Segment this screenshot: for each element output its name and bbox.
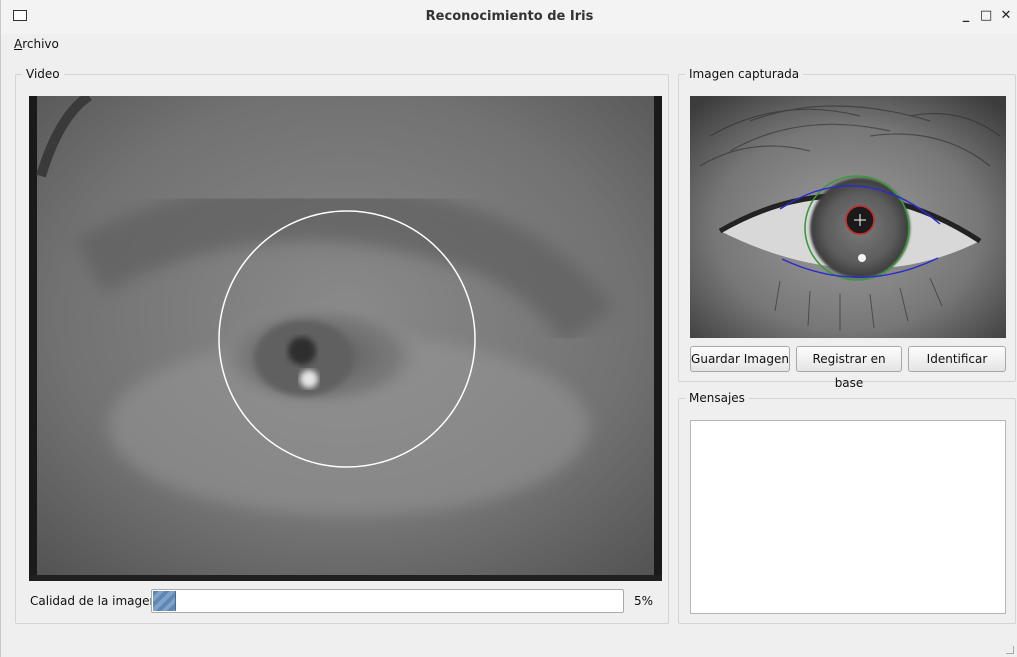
messages-group-title: Mensajes: [685, 391, 749, 405]
maximize-icon[interactable]: □: [980, 9, 992, 23]
main-window: Reconocimiento de Iris _ □ ✕ Archivo Vid…: [0, 0, 1017, 657]
captured-eye-svg: [690, 96, 1006, 338]
resize-grip-icon[interactable]: [1006, 646, 1014, 654]
menu-archivo[interactable]: Archivo: [14, 37, 59, 51]
video-feed: [29, 96, 662, 581]
menu-bar: Archivo: [1, 34, 1017, 56]
title-bar[interactable]: Reconocimiento de Iris _ □ ✕: [1, 0, 1017, 34]
menu-archivo-label: rchivo: [22, 37, 59, 51]
messages-textarea[interactable]: [690, 420, 1006, 614]
identify-button[interactable]: Identificar: [908, 346, 1006, 372]
quality-progress-fill: [153, 591, 177, 611]
close-icon[interactable]: ✕: [1000, 9, 1012, 23]
quality-progress-bar: [151, 589, 624, 613]
video-frame-image: [29, 96, 662, 581]
register-button[interactable]: Registrar en base: [796, 346, 902, 390]
captured-eye-image: [690, 96, 1006, 338]
window-title: Reconocimiento de Iris: [425, 9, 594, 24]
menu-archivo-mnemonic: A: [14, 37, 23, 51]
quality-label: Calidad de la imagen: [30, 594, 158, 608]
save-image-button[interactable]: Guardar Imagen: [690, 346, 790, 372]
minimize-icon[interactable]: _: [960, 9, 972, 23]
window-controls: _ □ ✕: [960, 9, 1012, 23]
captured-image-group-title: Imagen capturada: [685, 67, 804, 81]
video-group-title: Video: [22, 67, 64, 81]
quality-percent: 5%: [634, 594, 654, 608]
